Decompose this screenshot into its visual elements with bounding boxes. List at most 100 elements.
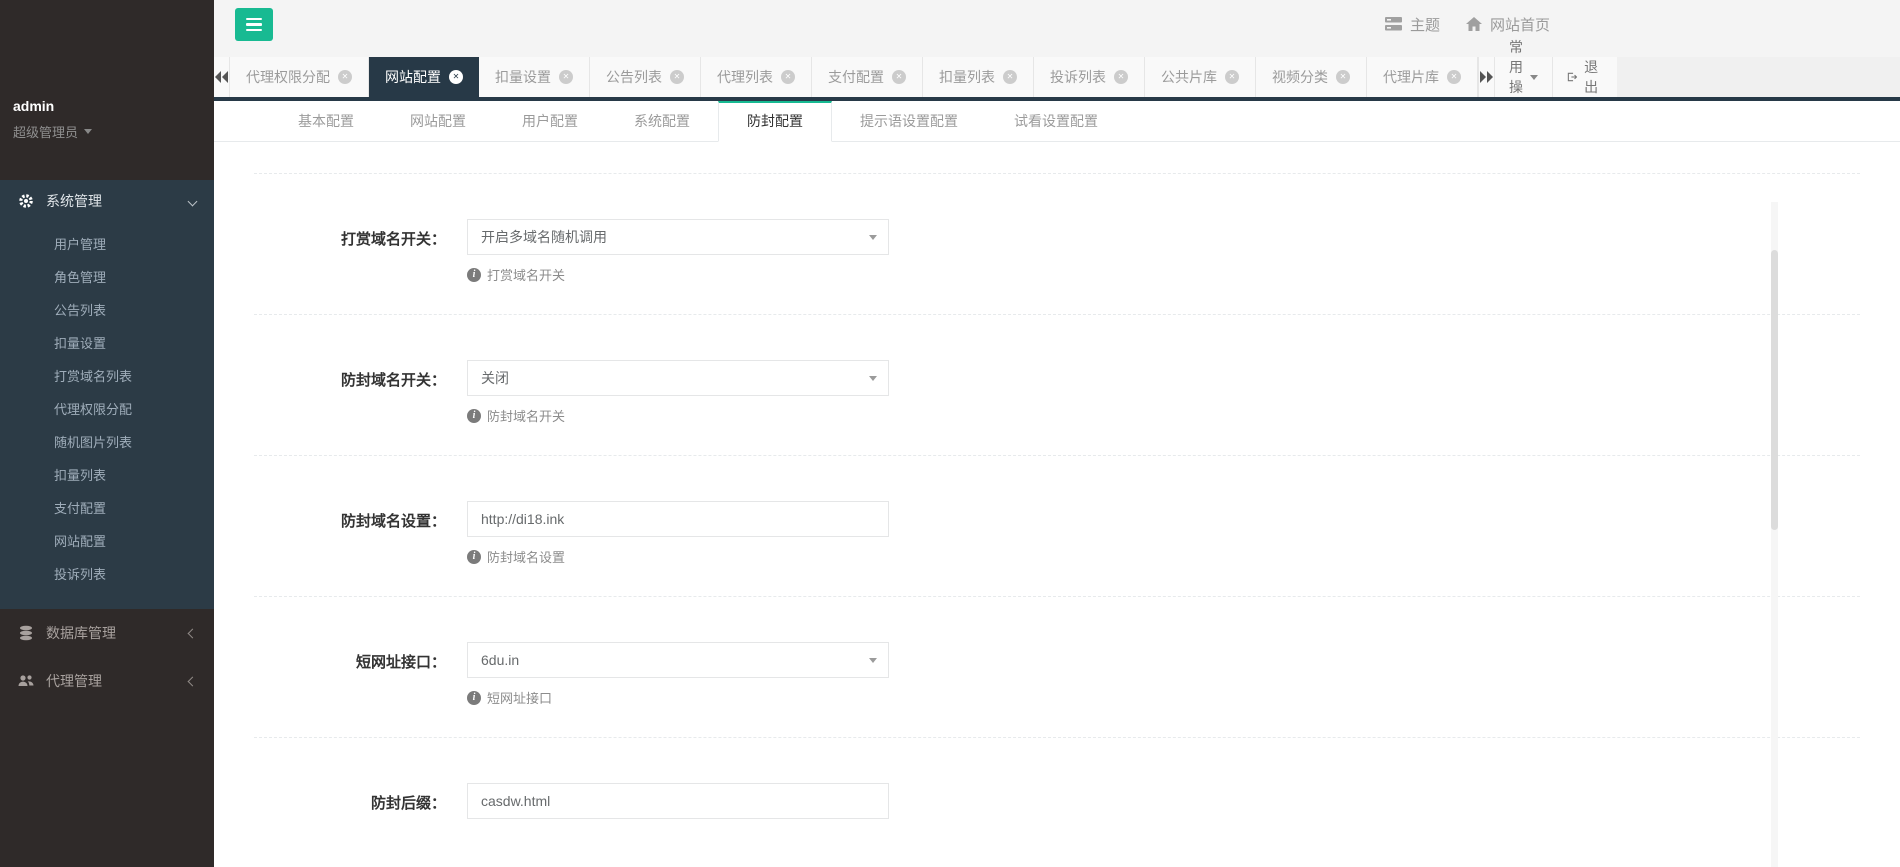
field-label: 打赏域名开关： xyxy=(254,219,446,284)
config-tab[interactable]: 用户配置 xyxy=(494,101,606,141)
tab-label: 投诉列表 xyxy=(1050,67,1106,87)
sidebar-subitem[interactable]: 扣量列表 xyxy=(0,459,214,492)
info-icon xyxy=(467,409,481,423)
site-home-label: 网站首页 xyxy=(1490,14,1550,35)
caret-down-icon xyxy=(869,235,877,244)
sidebar-subitem[interactable]: 网站配置 xyxy=(0,525,214,558)
system-submenu: 用户管理 角色管理 公告列表 扣量设置 打赏域名列表 代理权限分配 随机图片列表… xyxy=(0,222,214,595)
close-icon[interactable] xyxy=(1225,70,1239,84)
config-form: 打赏域名开关： 开启多域名随机调用 打赏域名开关 防封域名开关： xyxy=(254,142,1860,849)
info-icon xyxy=(467,268,481,282)
sidebar-item-database-management[interactable]: 数据库管理 xyxy=(0,609,214,657)
sidebar-section-system: 系统管理 用户管理 角色管理 公告列表 扣量设置 打赏域名列表 代理权限分配 xyxy=(0,180,214,609)
field-label: 防封后缀： xyxy=(254,783,446,819)
admin-app: admin 超级管理员 系统管理 用户管理 角色管理 xyxy=(0,0,1900,867)
workspace-tabs: 代理权限分配 网站配置 扣量设置 公告列表 xyxy=(230,57,1478,97)
workspace-tab[interactable]: 代理权限分配 xyxy=(230,57,369,97)
workspace-tab[interactable]: 投诉列表 xyxy=(1034,57,1145,97)
sidebar-subitem[interactable]: 用户管理 xyxy=(0,228,214,261)
field-control[interactable]: http://di18.ink xyxy=(467,501,889,537)
tab-label: 扣量设置 xyxy=(495,67,551,87)
workspace-tabbar: 代理权限分配 网站配置 扣量设置 公告列表 xyxy=(214,57,1900,97)
scrollbar-thumb[interactable] xyxy=(1771,250,1778,530)
config-tab[interactable]: 基本配置 xyxy=(270,101,382,141)
info-icon xyxy=(467,550,481,564)
theme-label: 主题 xyxy=(1410,14,1440,35)
close-icon[interactable] xyxy=(892,70,906,84)
double-chevron-right-icon xyxy=(1479,71,1494,83)
workspace-tab[interactable]: 扣量列表 xyxy=(923,57,1034,97)
field-value: casdw.html xyxy=(481,793,550,809)
close-icon[interactable] xyxy=(1447,70,1461,84)
chevron-left-icon xyxy=(188,676,198,686)
logout-button[interactable]: 退出 xyxy=(1552,57,1617,97)
username: admin xyxy=(13,98,214,114)
tab-label: 公告列表 xyxy=(606,67,662,87)
close-icon[interactable] xyxy=(1114,70,1128,84)
user-block: admin 超级管理员 xyxy=(0,0,214,180)
workspace-tab[interactable]: 支付配置 xyxy=(812,57,923,97)
workspace-tab[interactable]: 视频分类 xyxy=(1256,57,1367,97)
field-control[interactable]: 6du.in xyxy=(467,642,889,678)
common-actions-dropdown[interactable]: 常用操作 xyxy=(1494,57,1552,97)
sidebar-subitem[interactable]: 随机图片列表 xyxy=(0,426,214,459)
form-row: 防封域名开关： 关闭 防封域名开关 xyxy=(254,314,1860,455)
sidebar-section-label: 代理管理 xyxy=(46,671,102,691)
sidebar: admin 超级管理员 系统管理 用户管理 角色管理 xyxy=(0,0,214,867)
config-tabs: 基本配置 网站配置 用户配置 系统配置 防封配置 提示语设置配置 试看设置配置 xyxy=(214,101,1900,142)
home-icon xyxy=(1466,17,1482,31)
config-tab[interactable]: 防封配置 xyxy=(718,101,832,142)
workspace-tab[interactable]: 网站配置 xyxy=(369,57,479,97)
config-tab[interactable]: 系统配置 xyxy=(606,101,718,141)
tab-label: 网站配置 xyxy=(385,67,441,87)
tab-label: 扣量列表 xyxy=(939,67,995,87)
content-scrollbar[interactable] xyxy=(1771,202,1778,867)
help-text: 短网址接口 xyxy=(487,688,552,707)
user-role-dropdown[interactable]: 超级管理员 xyxy=(13,122,214,141)
logout-icon xyxy=(1567,70,1577,84)
workspace-tab[interactable]: 代理片库 xyxy=(1367,57,1478,97)
sidebar-subitem[interactable]: 支付配置 xyxy=(0,492,214,525)
close-icon[interactable] xyxy=(781,70,795,84)
sidebar-subitem[interactable]: 投诉列表 xyxy=(0,558,214,591)
workspace-tab[interactable]: 代理列表 xyxy=(701,57,812,97)
sidebar-subitem[interactable]: 公告列表 xyxy=(0,294,214,327)
users-icon xyxy=(18,673,34,689)
workspace-tab[interactable]: 公共片库 xyxy=(1145,57,1256,97)
gear-icon xyxy=(18,193,34,209)
main-content: 基本配置 网站配置 用户配置 系统配置 防封配置 提示语设置配置 试看设置配置 … xyxy=(214,101,1900,867)
sidebar-item-agent-management[interactable]: 代理管理 xyxy=(0,657,214,705)
close-icon[interactable] xyxy=(559,70,573,84)
sidebar-subitem[interactable]: 代理权限分配 xyxy=(0,393,214,426)
sidebar-subitem[interactable]: 打赏域名列表 xyxy=(0,360,214,393)
theme-icon xyxy=(1385,17,1402,31)
sidebar-section-label: 数据库管理 xyxy=(46,623,116,643)
tabs-scroll-right-button[interactable] xyxy=(1478,57,1494,97)
workspace-tab[interactable]: 公告列表 xyxy=(590,57,701,97)
close-icon[interactable] xyxy=(670,70,684,84)
tabs-scroll-left-button[interactable] xyxy=(214,57,230,97)
sidebar-item-system-management[interactable]: 系统管理 xyxy=(0,180,214,222)
help-text: 防封域名设置 xyxy=(487,547,565,566)
field-control[interactable]: 开启多域名随机调用 xyxy=(467,219,889,255)
form-row: 打赏域名开关： 开启多域名随机调用 打赏域名开关 xyxy=(254,173,1860,314)
close-icon[interactable] xyxy=(1003,70,1017,84)
theme-menu[interactable]: 主题 xyxy=(1385,14,1440,35)
workspace-tab[interactable]: 扣量设置 xyxy=(479,57,590,97)
sidebar-subitem[interactable]: 角色管理 xyxy=(0,261,214,294)
config-tab[interactable]: 网站配置 xyxy=(382,101,494,141)
field-control[interactable]: 关闭 xyxy=(467,360,889,396)
site-home-link[interactable]: 网站首页 xyxy=(1466,14,1550,35)
sidebar-toggle-button[interactable] xyxy=(235,8,273,41)
user-role-label: 超级管理员 xyxy=(13,122,78,141)
config-tab[interactable]: 提示语设置配置 xyxy=(832,101,986,141)
close-icon[interactable] xyxy=(449,70,463,84)
field-help: 防封域名开关 xyxy=(467,406,889,425)
close-icon[interactable] xyxy=(1336,70,1350,84)
sidebar-subitem[interactable]: 扣量设置 xyxy=(0,327,214,360)
config-tab[interactable]: 试看设置配置 xyxy=(986,101,1126,141)
tab-label: 代理列表 xyxy=(717,67,773,87)
field-control[interactable]: casdw.html xyxy=(467,783,889,819)
form-row: 防封后缀： casdw.html xyxy=(254,737,1860,849)
close-icon[interactable] xyxy=(338,70,352,84)
